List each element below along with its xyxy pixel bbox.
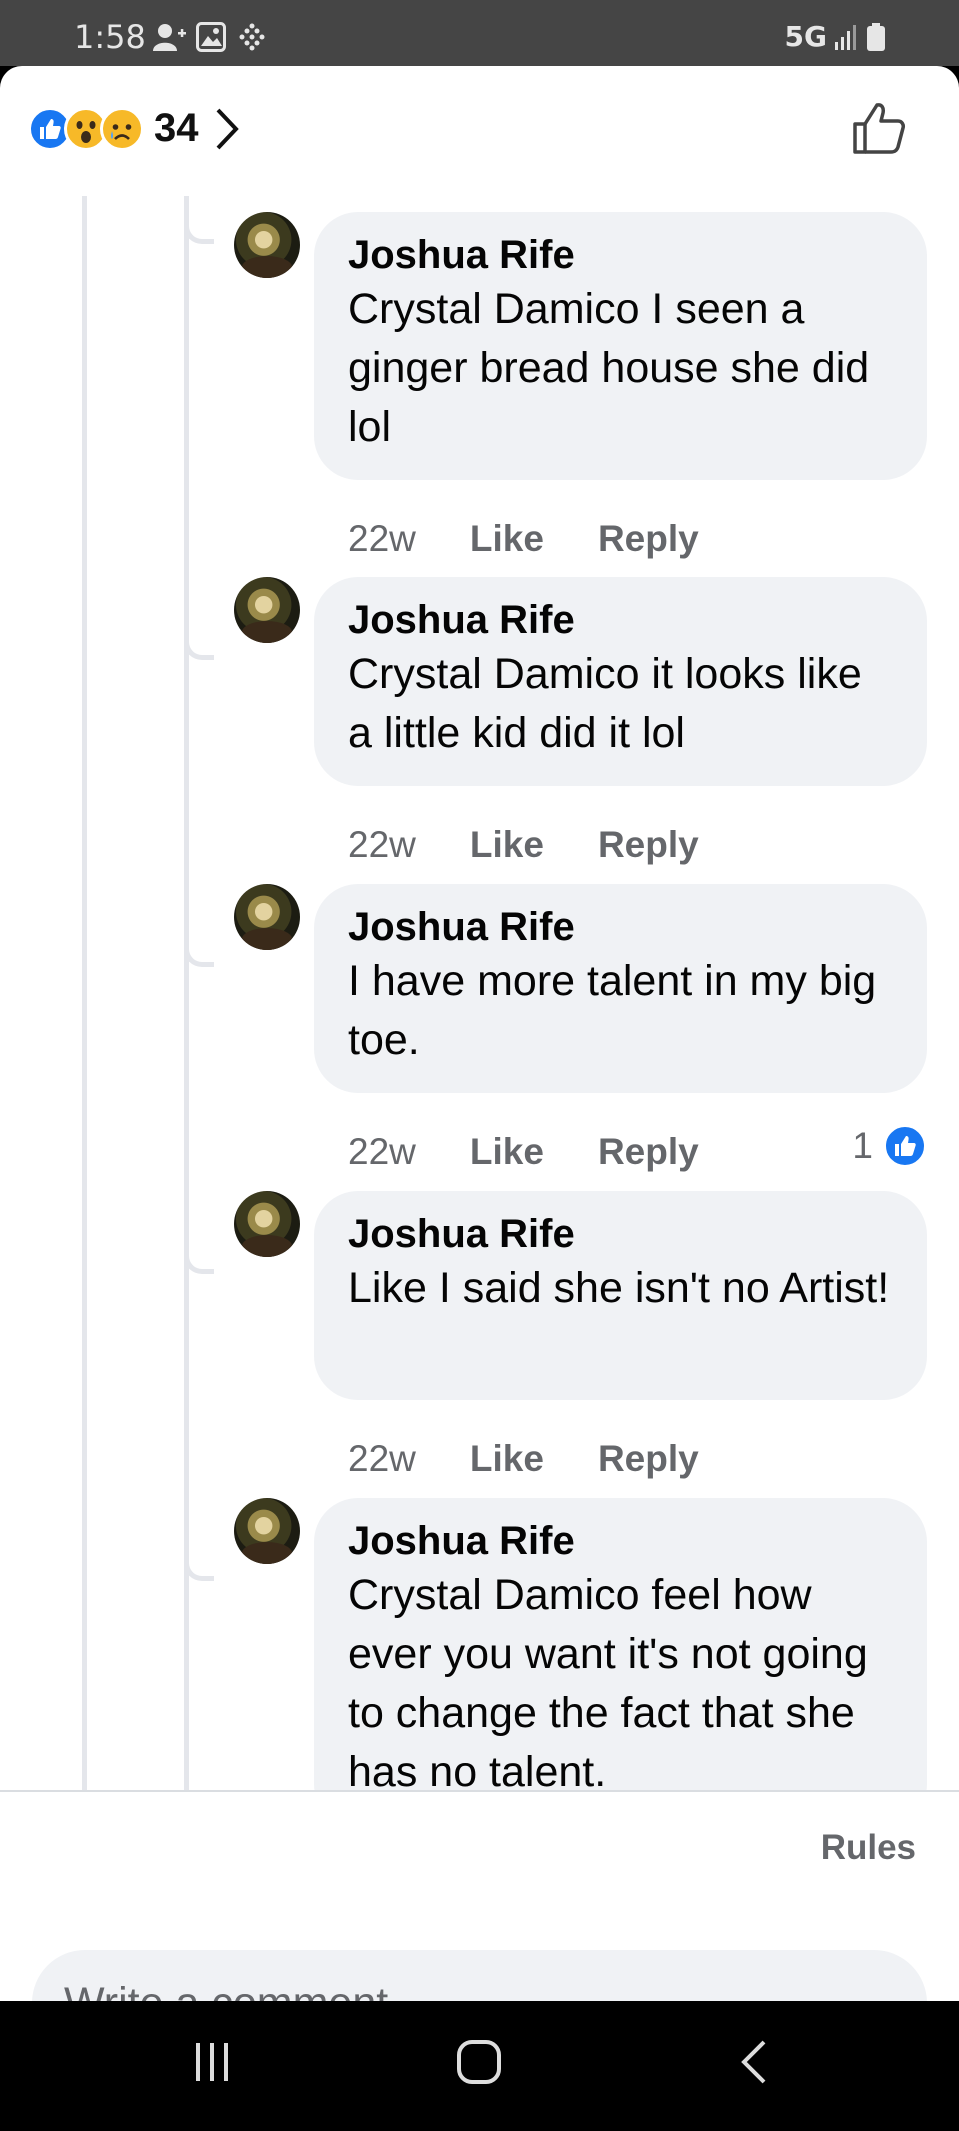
comment-text: Crystal Damico feel how ever you want it… (348, 1571, 868, 1796)
avatar[interactable] (234, 577, 300, 643)
comment-reaction-badge[interactable]: 1 (852, 1124, 927, 1168)
comment-reaction-count: 1 (852, 1125, 873, 1166)
signal-icon (835, 24, 856, 50)
like-comment-button[interactable]: Like (470, 824, 544, 866)
comment-input[interactable] (32, 1950, 927, 2001)
comment-author[interactable]: Joshua Rife (348, 230, 895, 280)
thread-line-inner (184, 196, 189, 1790)
back-icon (741, 2040, 766, 2084)
like-comment-button[interactable]: Like (470, 1131, 544, 1173)
thread-line-outer (82, 196, 87, 1790)
recents-button[interactable] (190, 2039, 236, 2090)
comment-time[interactable]: 22w (348, 1131, 416, 1173)
sad-reaction-icon (100, 106, 144, 151)
recents-icon (196, 2043, 228, 2081)
chevron-right-icon (216, 108, 239, 149)
status-icons-right: 5G (785, 20, 885, 53)
reply-comment-button[interactable]: Reply (598, 518, 699, 560)
comment-text: I have more talent in my big toe. (348, 957, 877, 1064)
comment-bubble[interactable]: Joshua Rife Like I said she isn't no Art… (314, 1191, 927, 1400)
comment-bubble[interactable]: Joshua Rife Crystal Damico it looks like… (314, 577, 927, 786)
comment-author[interactable]: Joshua Rife (348, 1209, 895, 1259)
status-icons-left (152, 22, 268, 52)
network-label: 5G (784, 20, 827, 53)
avatar[interactable] (234, 884, 300, 950)
comment-actions: 22w Like Reply (348, 518, 753, 560)
comment-bubble[interactable]: Joshua Rife Crystal Damico feel how ever… (314, 1498, 927, 1828)
reply-comment-button[interactable]: Reply (598, 1131, 699, 1173)
comment-author[interactable]: Joshua Rife (348, 902, 895, 952)
reactions-summary[interactable]: 34 (28, 106, 239, 151)
status-time: 1:58 (74, 18, 146, 56)
comment-actions: 22w Like Reply (348, 824, 753, 866)
comment-composer: Rules (0, 1790, 959, 2001)
comment-text: Crystal Damico it looks like a little ki… (348, 650, 862, 757)
back-button[interactable] (732, 2039, 778, 2090)
comment-text: Crystal Damico I seen a ginger bread hou… (348, 285, 870, 451)
avatar[interactable] (234, 1498, 300, 1564)
comment-text: Like I said she isn't no Artist! (348, 1264, 890, 1312)
status-bar: 1:58 5G (0, 0, 959, 66)
reply-comment-button[interactable]: Reply (598, 1438, 699, 1480)
sheet-header: 34 (0, 66, 959, 196)
dots-grid-icon (239, 23, 265, 51)
comment-time[interactable]: 22w (348, 518, 416, 560)
comment-author[interactable]: Joshua Rife (348, 595, 895, 645)
reply-connector (184, 196, 214, 244)
add-person-icon (153, 24, 186, 51)
comment-time[interactable]: 22w (348, 1438, 416, 1480)
home-button[interactable] (456, 2039, 502, 2090)
comment-time[interactable]: 22w (348, 824, 416, 866)
comment-author[interactable]: Joshua Rife (348, 1516, 895, 1566)
comments-sheet: 34 Joshua Rife Crystal Damico I seen a g… (0, 66, 959, 2001)
like-post-button[interactable] (851, 100, 907, 161)
like-comment-button[interactable]: Like (470, 1438, 544, 1480)
comment-actions: 22w Like Reply (348, 1131, 753, 1173)
reaction-count: 34 (154, 106, 199, 150)
avatar[interactable] (234, 1191, 300, 1257)
comment-actions: 22w Like Reply (348, 1438, 753, 1480)
image-icon (196, 22, 226, 52)
avatar[interactable] (234, 212, 300, 278)
home-icon (457, 2040, 501, 2084)
battery-icon (867, 22, 885, 51)
comment-bubble[interactable]: Joshua Rife Crystal Damico I seen a ging… (314, 212, 927, 480)
system-nav-bar (0, 2001, 959, 2131)
rules-link[interactable]: Rules (821, 1828, 916, 1868)
reply-comment-button[interactable]: Reply (598, 824, 699, 866)
like-reaction-icon (883, 1124, 927, 1168)
comment-bubble[interactable]: Joshua Rife I have more talent in my big… (314, 884, 927, 1093)
thumbs-up-outline-icon (853, 103, 905, 154)
like-comment-button[interactable]: Like (470, 518, 544, 560)
